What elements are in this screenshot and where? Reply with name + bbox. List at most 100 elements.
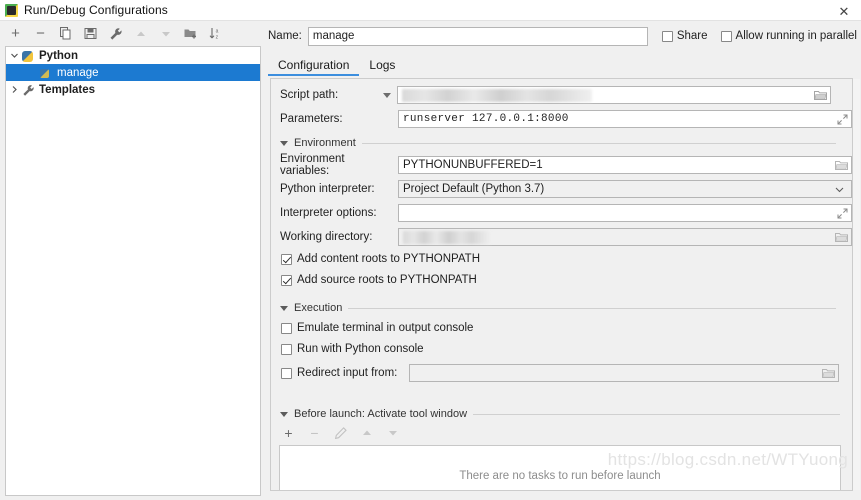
chevron-down-icon[interactable]	[6, 51, 22, 60]
parameters-value: runserver 127.0.0.1:8000	[399, 113, 569, 125]
move-up-button[interactable]	[133, 26, 148, 41]
tab-configuration[interactable]: Configuration	[268, 58, 359, 76]
working-directory-row: Working directory:	[271, 227, 852, 247]
move-task-down-button[interactable]	[385, 425, 400, 440]
chevron-down-icon[interactable]	[280, 412, 288, 417]
name-input[interactable]	[308, 27, 648, 46]
checkbox-box	[281, 344, 292, 355]
copy-icon[interactable]	[58, 26, 73, 41]
svg-text:z: z	[216, 34, 219, 40]
move-task-up-button[interactable]	[359, 425, 374, 440]
interpreter-options-input[interactable]	[398, 204, 852, 222]
share-checkbox[interactable]: Share	[662, 30, 708, 42]
environment-variables-value: PYTHONUNBUFFERED=1	[399, 159, 543, 171]
before-launch-section-header[interactable]: Before launch: Activate tool window	[280, 408, 840, 420]
run-with-python-console-label: Run with Python console	[297, 343, 424, 355]
execution-section-title: Execution	[294, 302, 342, 314]
tab-logs[interactable]: Logs	[359, 58, 405, 76]
folder-add-icon[interactable]	[183, 26, 198, 41]
chevron-down-icon[interactable]	[280, 306, 288, 311]
expand-icon[interactable]	[837, 208, 848, 222]
configuration-panel: Script path: Parameters: runserver 127.0…	[270, 78, 853, 491]
section-divider	[473, 414, 840, 415]
script-path-dropdown-icon[interactable]	[383, 93, 391, 98]
folder-icon[interactable]	[813, 88, 828, 103]
tree-node-label: manage	[57, 67, 99, 79]
chevron-down-icon[interactable]	[832, 182, 847, 197]
working-directory-input[interactable]	[398, 228, 852, 246]
environment-section-header[interactable]: Environment	[280, 137, 836, 149]
interpreter-options-row: Interpreter options:	[271, 203, 852, 223]
python-file-icon	[40, 66, 54, 80]
allow-parallel-checkbox[interactable]: Allow running in parallel	[721, 30, 857, 42]
environment-variables-row: Environment variables: PYTHONUNBUFFERED=…	[271, 155, 852, 175]
add-content-roots-label: Add content roots to PYTHONPATH	[297, 253, 480, 265]
add-source-roots-checkbox[interactable]: Add source roots to PYTHONPATH	[281, 274, 477, 286]
redirect-input-row: Redirect input from:	[281, 364, 841, 382]
pencil-icon[interactable]	[333, 425, 348, 440]
environment-variables-label: Environment variables:	[271, 153, 383, 177]
tree-node-templates[interactable]: Templates	[6, 81, 260, 98]
expand-icon[interactable]	[837, 114, 848, 128]
tree-node-python[interactable]: Python	[6, 47, 260, 64]
folder-icon[interactable]	[834, 158, 849, 173]
parameters-row: Parameters: runserver 127.0.0.1:8000	[271, 109, 852, 129]
emulate-terminal-checkbox[interactable]: Emulate terminal in output console	[281, 322, 473, 334]
move-down-button[interactable]	[158, 26, 173, 41]
environment-variables-input[interactable]: PYTHONUNBUFFERED=1	[398, 156, 852, 174]
sort-az-icon[interactable]: az	[208, 26, 223, 41]
remove-button[interactable]: −	[33, 26, 48, 41]
before-launch-toolbar: + −	[281, 425, 400, 440]
name-label: Name:	[268, 30, 302, 42]
add-source-roots-label: Add source roots to PYTHONPATH	[297, 274, 477, 286]
run-with-python-console-checkbox[interactable]: Run with Python console	[281, 343, 424, 355]
wrench-icon	[22, 83, 36, 97]
save-icon[interactable]	[83, 26, 98, 41]
add-content-roots-checkbox[interactable]: Add content roots to PYTHONPATH	[281, 253, 480, 265]
vertical-scrollbar[interactable]	[853, 79, 860, 490]
close-icon[interactable]: ✕	[836, 3, 852, 19]
window-title: Run/Debug Configurations	[24, 3, 168, 17]
script-path-label: Script path:	[271, 89, 383, 101]
environment-section-title: Environment	[294, 137, 356, 149]
python-interpreter-row: Python interpreter: Project Default (Pyt…	[271, 179, 852, 199]
checkbox-box	[281, 323, 292, 334]
python-icon	[22, 49, 36, 63]
script-path-row: Script path:	[271, 85, 852, 105]
section-divider	[348, 308, 836, 309]
tree-node-label: Templates	[39, 84, 95, 96]
chevron-down-icon[interactable]	[280, 141, 288, 146]
allow-parallel-label: Allow running in parallel	[736, 30, 857, 42]
redacted-value	[403, 231, 491, 244]
script-path-input[interactable]	[397, 86, 831, 104]
section-divider	[362, 143, 836, 144]
title-bar: Run/Debug Configurations ✕	[0, 0, 861, 21]
tree-node-manage[interactable]: manage	[6, 64, 260, 81]
configurations-tree[interactable]: Python manage Templates	[5, 46, 261, 496]
folder-icon[interactable]	[834, 230, 849, 245]
no-tasks-message: There are no tasks to run before launch	[459, 470, 660, 482]
python-interpreter-value: Project Default (Python 3.7)	[399, 183, 544, 195]
remove-task-button[interactable]: −	[307, 425, 322, 440]
checkbox-box[interactable]	[281, 368, 292, 379]
folder-icon[interactable]	[821, 366, 836, 381]
wrench-icon[interactable]	[108, 26, 123, 41]
execution-section-header[interactable]: Execution	[280, 302, 836, 314]
chevron-right-icon[interactable]	[6, 85, 22, 94]
python-interpreter-select[interactable]: Project Default (Python 3.7)	[398, 180, 852, 198]
tree-node-label: Python	[39, 50, 78, 62]
add-task-button[interactable]: +	[281, 425, 296, 440]
checkbox-box	[281, 275, 292, 286]
redacted-value	[402, 89, 592, 102]
checkbox-box	[662, 31, 673, 42]
run-debug-configurations-dialog: Run/Debug Configurations ✕ + − az	[0, 0, 861, 500]
parameters-label: Parameters:	[271, 113, 383, 125]
emulate-terminal-label: Emulate terminal in output console	[297, 322, 473, 334]
before-launch-task-list[interactable]: There are no tasks to run before launch	[279, 445, 841, 491]
add-button[interactable]: +	[8, 26, 23, 41]
checkbox-box	[281, 254, 292, 265]
parameters-input[interactable]: runserver 127.0.0.1:8000	[398, 110, 852, 128]
configurations-toolbar: + − az	[0, 21, 262, 46]
before-launch-title: Before launch: Activate tool window	[294, 408, 467, 420]
redirect-input-field[interactable]	[409, 364, 839, 382]
